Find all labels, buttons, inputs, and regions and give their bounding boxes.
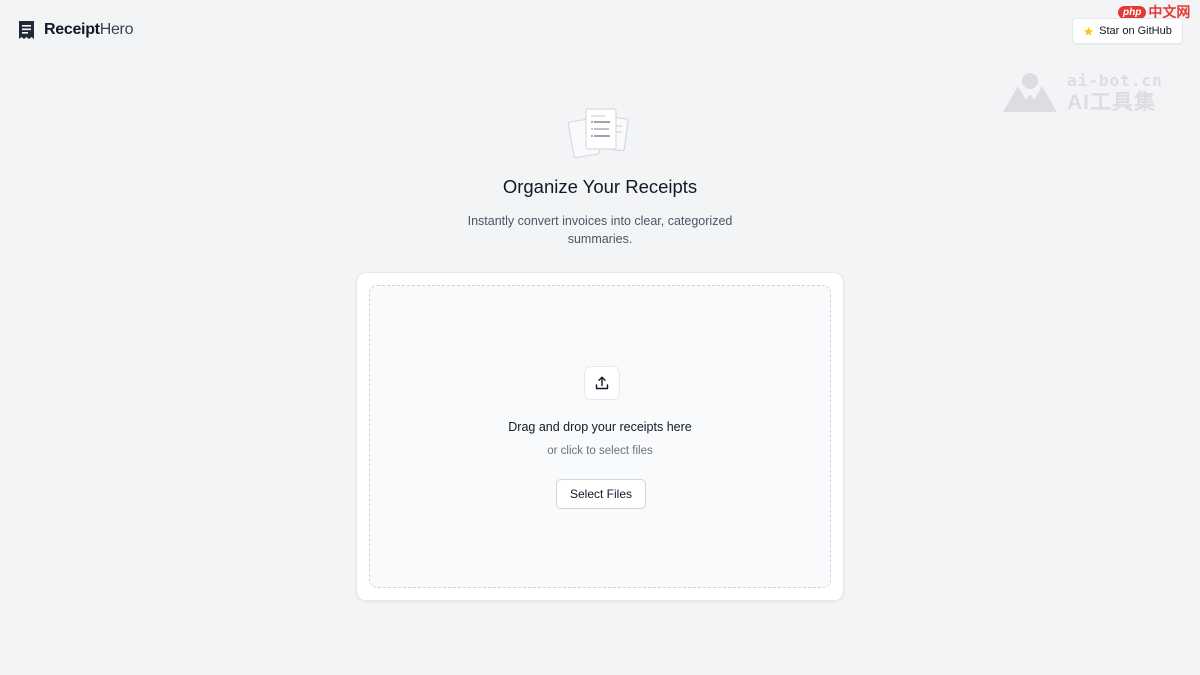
dropzone-subtitle: or click to select files — [547, 445, 653, 457]
brand-name-secondary: Hero — [99, 21, 134, 38]
brand-logo[interactable]: Receipt Hero — [18, 20, 133, 40]
receipt-icon — [19, 21, 34, 39]
upload-card: Drag and drop your receipts here or clic… — [356, 272, 844, 601]
ai-bot-watermark-domain: ai-bot.cn — [1067, 71, 1163, 90]
php-watermark-badge: php — [1118, 5, 1147, 19]
star-on-github-button[interactable]: Star on GitHub — [1072, 18, 1183, 44]
star-icon — [1084, 26, 1094, 36]
file-dropzone[interactable]: Drag and drop your receipts here or clic… — [369, 285, 831, 588]
ai-bot-watermark-title: AI工具集 — [1067, 91, 1156, 114]
star-on-github-label: Star on GitHub — [1099, 25, 1172, 37]
page-title: Organize Your Receipts — [502, 176, 698, 197]
ai-bot-watermark: ai-bot.cn AI工具集 — [1001, 72, 1163, 114]
page: Receipt Hero php 中文网 Star on GitHub ai-bo… — [0, 0, 1200, 675]
dropzone-title: Drag and drop your receipts here — [508, 420, 692, 434]
upload-icon-box — [584, 366, 620, 400]
brand-name-primary: Receipt — [44, 21, 100, 38]
brand-name: Receipt Hero — [44, 21, 133, 39]
page-subtitle: Instantly convert invoices into clear, c… — [467, 214, 733, 246]
upload-icon — [595, 376, 609, 390]
select-files-button[interactable]: Select Files — [556, 479, 646, 509]
receipts-stack-icon — [568, 108, 629, 159]
ai-bot-logo-icon — [1003, 73, 1057, 112]
